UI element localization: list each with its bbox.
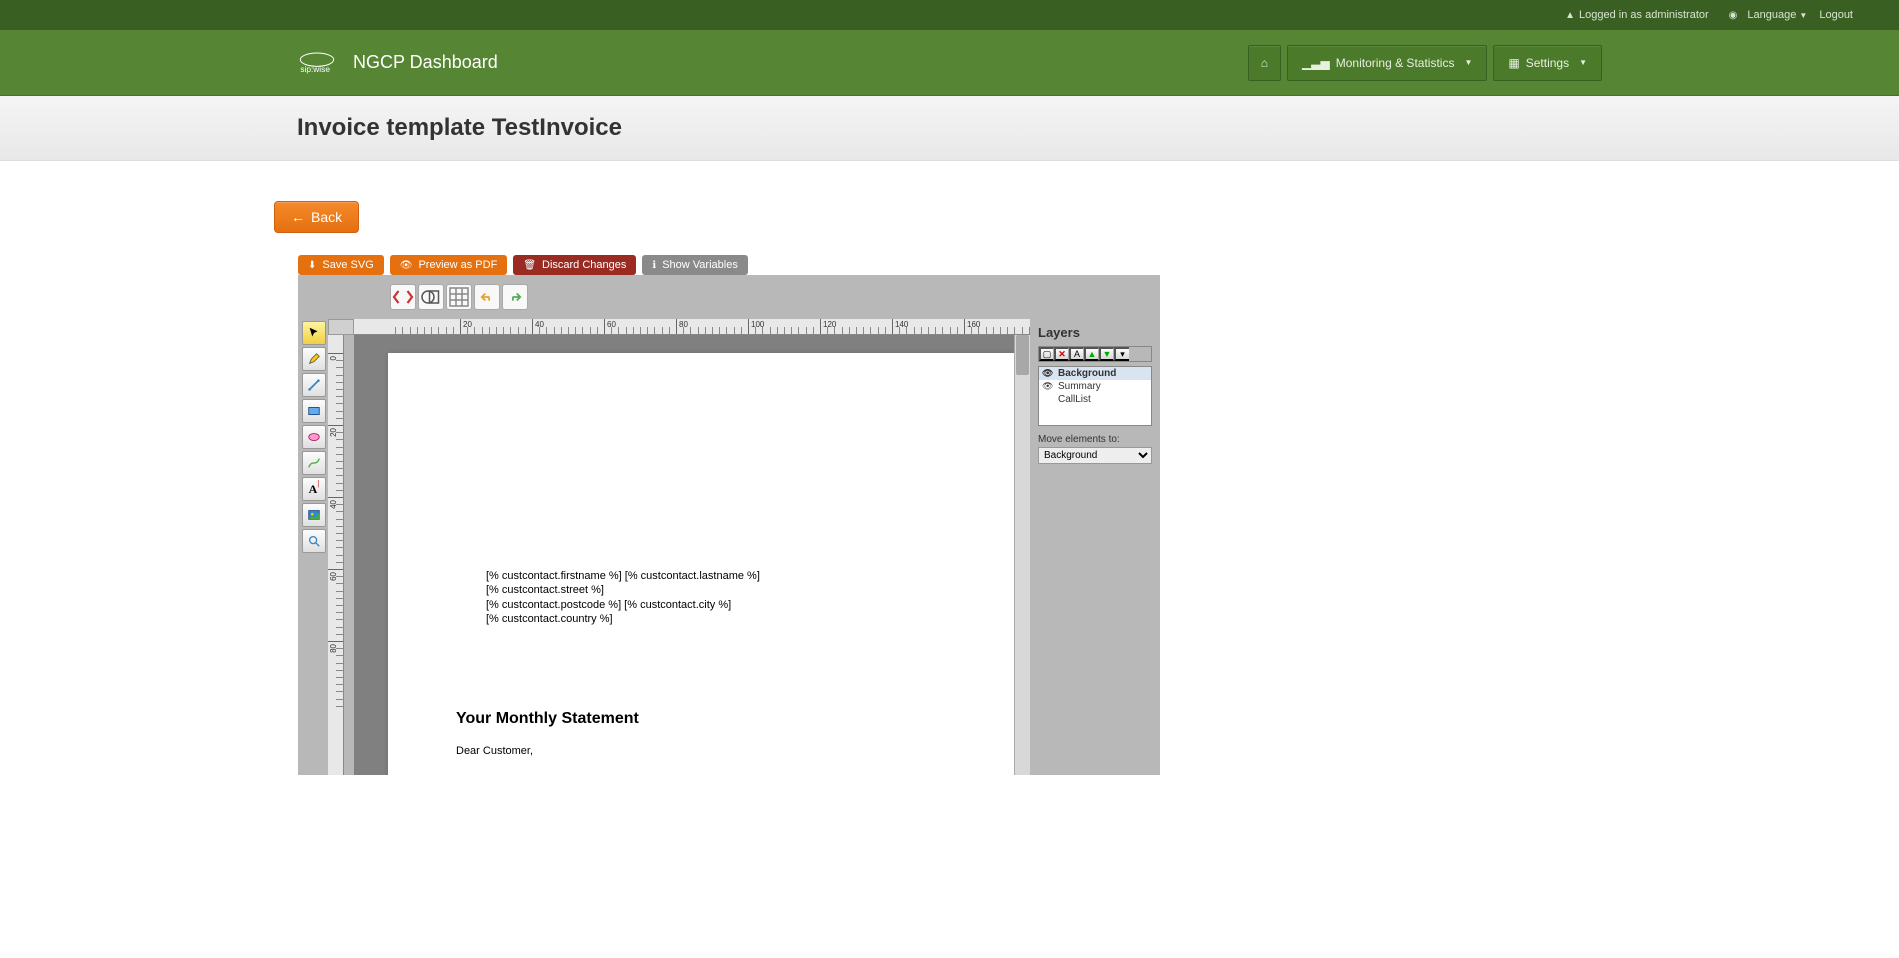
eye-icon[interactable]: 👁: [1042, 381, 1054, 392]
line-tool[interactable]: [302, 373, 326, 397]
chevron-down-icon: ▼: [1464, 58, 1472, 67]
svg-page[interactable]: [% custcontact.firstname %] [% custconta…: [388, 353, 1014, 775]
layers-panel: Layers ▢ ✕ A ▲ ▼ ▾ 👁Background 👁Summary …: [1030, 319, 1160, 775]
select-tool[interactable]: [302, 321, 326, 345]
action-bar: ⬇Save SVG 👁Preview as PDF 🗑Discard Chang…: [298, 255, 1160, 275]
arrow-left-icon: ←: [291, 209, 305, 225]
show-variables-button[interactable]: ℹShow Variables: [642, 255, 747, 275]
layer-row[interactable]: CallList: [1039, 393, 1151, 406]
trash-icon: 🗑: [523, 260, 536, 271]
path-tool[interactable]: [302, 451, 326, 475]
new-layer-button[interactable]: ▢: [1039, 347, 1054, 361]
layer-up-button[interactable]: ▲: [1084, 347, 1099, 361]
grid-button[interactable]: [446, 284, 472, 310]
eye-icon: 👁: [400, 260, 413, 271]
brand: sip:wise NGCP Dashboard: [297, 51, 498, 75]
addr-line-2: [% custcontact.street %]: [486, 583, 760, 597]
save-svg-button[interactable]: ⬇Save SVG: [298, 255, 384, 275]
home-icon: ⌂: [1261, 56, 1268, 70]
move-layer-select[interactable]: Background: [1038, 447, 1152, 464]
zoom-tool[interactable]: [302, 529, 326, 553]
text-tool[interactable]: A|: [302, 477, 326, 501]
layers-title: Layers: [1038, 325, 1152, 340]
logout-link[interactable]: Logout: [1819, 9, 1853, 21]
info-icon: ℹ: [652, 260, 656, 271]
delete-layer-button[interactable]: ✕: [1054, 347, 1069, 361]
nav-buttons: ⌂ ▁▃▅Monitoring & Statistics▼ ▦Settings▼: [1248, 45, 1602, 81]
canvas-viewport[interactable]: [% custcontact.firstname %] [% custconta…: [354, 335, 1014, 775]
logged-in-text: Logged in as administrator: [1579, 9, 1709, 21]
wireframe-button[interactable]: [418, 284, 444, 310]
chevron-down-icon: ▼: [1579, 58, 1587, 67]
rect-tool[interactable]: [302, 399, 326, 423]
grid-icon: ▦: [1508, 56, 1519, 70]
home-button[interactable]: ⌂: [1248, 45, 1281, 81]
vertical-scrollbar[interactable]: [1014, 335, 1030, 775]
monitoring-menu[interactable]: ▁▃▅Monitoring & Statistics▼: [1287, 45, 1487, 81]
statement-greeting: Dear Customer,: [456, 745, 533, 757]
statement-title: Your Monthly Statement: [456, 710, 639, 728]
eye-icon[interactable]: 👁: [1042, 368, 1054, 379]
layer-down-button[interactable]: ▼: [1099, 347, 1114, 361]
editor-toolbar: [298, 275, 1160, 319]
stats-icon: ▁▃▅: [1302, 56, 1330, 70]
top-bar: ▲ Logged in as administrator ◉ Language …: [0, 0, 1899, 30]
addr-line-3: [% custcontact.postcode %] [% custcontac…: [486, 598, 760, 612]
addr-line-1: [% custcontact.firstname %] [% custconta…: [486, 569, 760, 583]
rename-layer-button[interactable]: A: [1069, 347, 1084, 361]
move-label: Move elements to:: [1038, 434, 1152, 445]
settings-menu[interactable]: ▦Settings▼: [1493, 45, 1602, 81]
source-button[interactable]: [390, 284, 416, 310]
preview-pdf-button[interactable]: 👁Preview as PDF: [390, 255, 508, 275]
addr-line-4: [% custcontact.country %]: [486, 612, 760, 626]
layer-row[interactable]: 👁Background: [1039, 367, 1151, 380]
editor-body: A| 20406080100120140160180 020406080 [% …: [298, 319, 1160, 775]
language-menu[interactable]: Language ▼: [1747, 9, 1807, 21]
back-button[interactable]: ←Back: [274, 201, 359, 233]
ruler-corner: [328, 319, 354, 335]
tool-panel: A|: [300, 319, 328, 775]
download-icon: ⬇: [308, 260, 316, 271]
ellipse-tool[interactable]: [302, 425, 326, 449]
content-area: ←Back ⬇Save SVG 👁Preview as PDF 🗑Discard…: [0, 161, 1160, 775]
main-nav-bar: sip:wise NGCP Dashboard ⌂ ▁▃▅Monitoring …: [0, 30, 1899, 96]
layer-list: 👁Background 👁Summary CallList: [1038, 366, 1152, 426]
discard-button[interactable]: 🗑Discard Changes: [513, 255, 636, 275]
address-left-block: [% custcontact.firstname %] [% custconta…: [486, 569, 760, 626]
pencil-tool[interactable]: [302, 347, 326, 371]
brand-title: NGCP Dashboard: [353, 52, 498, 73]
svg-editor: A| 20406080100120140160180 020406080 [% …: [298, 275, 1160, 775]
page-header: Invoice template TestInvoice: [0, 96, 1899, 161]
page-title: Invoice template TestInvoice: [297, 114, 1899, 142]
sipwise-logo: sip:wise: [297, 51, 347, 75]
ruler-horizontal: 20406080100120140160180: [354, 319, 1030, 335]
layer-row[interactable]: 👁Summary: [1039, 380, 1151, 393]
scrollbar-thumb[interactable]: [1016, 335, 1029, 375]
image-tool[interactable]: [302, 503, 326, 527]
undo-button[interactable]: [474, 284, 500, 310]
svg-text:sip:wise: sip:wise: [300, 64, 330, 74]
ruler-vertical: 020406080: [328, 335, 344, 775]
layer-buttons: ▢ ✕ A ▲ ▼ ▾: [1038, 346, 1152, 362]
layer-more-button[interactable]: ▾: [1114, 347, 1129, 361]
globe-icon: ◉: [1729, 10, 1738, 21]
canvas-area: 20406080100120140160180 020406080 [% cus…: [328, 319, 1030, 775]
redo-button[interactable]: [502, 284, 528, 310]
user-icon: ▲: [1565, 10, 1575, 21]
